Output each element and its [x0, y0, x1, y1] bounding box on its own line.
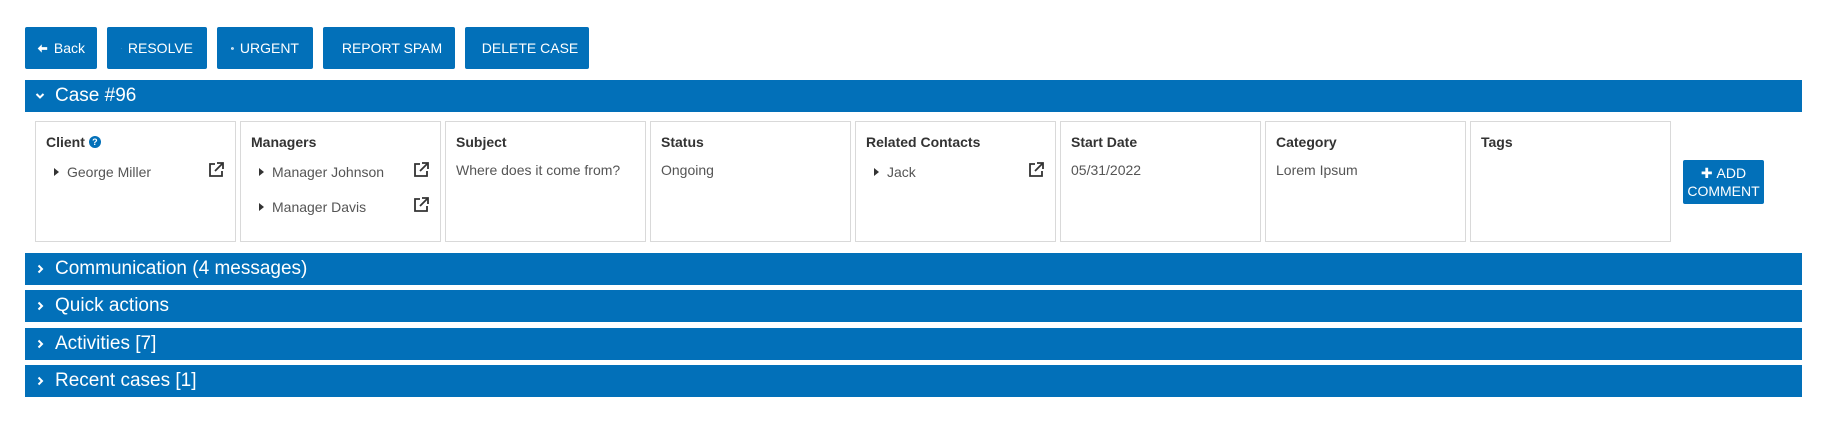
status-value: Ongoing: [661, 162, 714, 178]
tags-card: Tags: [1470, 121, 1671, 242]
delete-case-label: DELETE CASE: [481, 40, 579, 56]
section-title: Quick actions: [55, 295, 170, 316]
add-comment-label: ADD: [1716, 165, 1747, 181]
external-link-icon[interactable]: [412, 196, 430, 219]
manager-row[interactable]: Manager Davis: [251, 196, 430, 219]
category-label: Category: [1276, 134, 1337, 150]
status-card: Status Ongoing: [650, 121, 851, 242]
start-date-label: Start Date: [1071, 134, 1138, 150]
case-panel-header[interactable]: Case #96: [25, 80, 1802, 112]
report-spam-button[interactable]: REPORT SPAM: [323, 27, 455, 69]
category-card: Category Lorem Ipsum: [1265, 121, 1466, 242]
subject-label: Subject: [456, 134, 507, 150]
section-title: Activities [7]: [55, 333, 157, 354]
urgent-label: URGENT: [239, 40, 299, 56]
check-icon: [121, 47, 122, 49]
start-date-card: Start Date 05/31/2022: [1060, 121, 1261, 242]
caret-right-icon: [259, 168, 264, 176]
managers-card: Managers Manager Johnson Manager Davis: [240, 121, 441, 242]
recent-cases-section-header[interactable]: Recent cases [1]: [25, 365, 1802, 397]
client-label-row: Client ?: [46, 134, 225, 150]
add-comment-line1: ✚ ADD: [1683, 164, 1764, 182]
client-label: Client: [46, 134, 85, 150]
section-title: Communication (4 messages): [55, 258, 308, 279]
arrow-left-icon: [37, 43, 48, 53]
urgent-button[interactable]: URGENT: [217, 27, 313, 69]
related-contacts-label: Related Contacts: [866, 134, 981, 150]
manager-name: Manager Davis: [272, 199, 367, 215]
external-link-icon[interactable]: [412, 161, 430, 184]
case-details: Client ? George Miller Managers Manager …: [35, 121, 1671, 242]
back-button[interactable]: Back: [25, 27, 97, 69]
chevron-down-icon: [25, 91, 55, 101]
add-comment-line2: COMMENT: [1687, 183, 1760, 199]
section-title: Recent cases [1]: [55, 370, 197, 391]
plus-icon: ✚: [1700, 165, 1717, 181]
subject-card: Subject Where does it come from?: [445, 121, 646, 242]
resolve-label: RESOLVE: [127, 40, 193, 56]
delete-case-button[interactable]: DELETE CASE: [465, 27, 589, 69]
client-card: Client ? George Miller: [35, 121, 236, 242]
chevron-right-icon: [25, 376, 55, 386]
quick-actions-section-header[interactable]: Quick actions: [25, 290, 1802, 322]
external-link-icon[interactable]: [207, 161, 225, 184]
contact-row[interactable]: Jack: [866, 161, 1045, 184]
action-toolbar: Back RESOLVE URGENT REPORT SPAM DELETE C…: [25, 27, 589, 69]
chevron-right-icon: [25, 264, 55, 274]
client-row[interactable]: George Miller: [46, 161, 225, 184]
activities-section-header[interactable]: Activities [7]: [25, 328, 1802, 360]
chevron-right-icon: [25, 339, 55, 349]
client-name: George Miller: [67, 164, 152, 180]
managers-label: Managers: [251, 134, 317, 150]
back-label: Back: [53, 40, 85, 56]
resolve-button[interactable]: RESOLVE: [107, 27, 207, 69]
caret-right-icon: [54, 168, 59, 176]
case-title: Case #96: [55, 85, 137, 106]
exclamation-circle-icon: [231, 46, 234, 50]
tags-label: Tags: [1481, 134, 1513, 150]
subject-value: Where does it come from?: [456, 162, 621, 178]
contact-name: Jack: [887, 164, 916, 180]
communication-section-header[interactable]: Communication (4 messages): [25, 253, 1802, 285]
help-icon[interactable]: ?: [88, 136, 101, 148]
category-value: Lorem Ipsum: [1276, 162, 1358, 178]
chevron-right-icon: [25, 301, 55, 311]
start-date-value: 05/31/2022: [1071, 162, 1142, 178]
manager-name: Manager Johnson: [272, 164, 385, 180]
caret-right-icon: [874, 168, 879, 176]
related-contacts-card: Related Contacts Jack: [855, 121, 1056, 242]
manager-row[interactable]: Manager Johnson: [251, 161, 430, 184]
external-link-icon[interactable]: [1027, 161, 1045, 184]
report-spam-label: REPORT SPAM: [341, 40, 443, 56]
caret-right-icon: [259, 203, 264, 211]
add-comment-button[interactable]: ✚ ADD COMMENT: [1683, 160, 1764, 204]
status-label: Status: [661, 134, 704, 150]
